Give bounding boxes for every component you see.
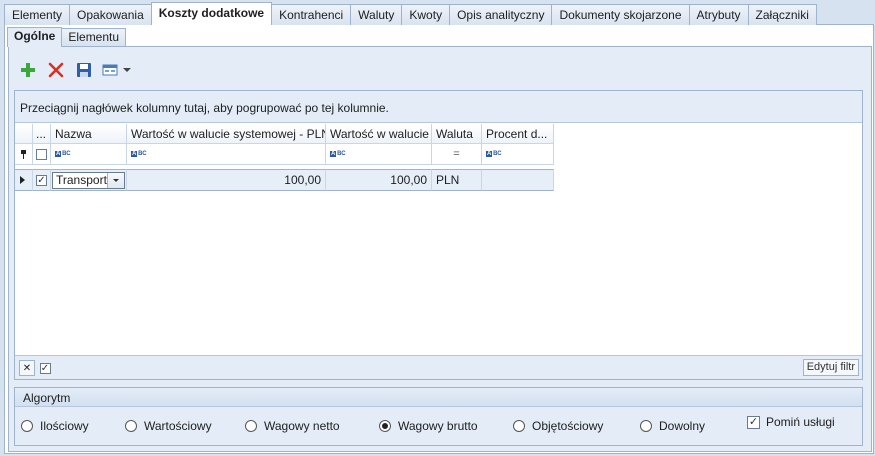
row-indicator xyxy=(15,169,33,191)
column-header-procent[interactable]: Procent d... xyxy=(482,124,554,144)
filter-nazwa[interactable]: A BC xyxy=(51,144,127,165)
document-tabs: Elementy Opakowania Koszty dodatkowe Kon… xyxy=(4,2,817,25)
radio-wartosciowy[interactable]: Wartościowy xyxy=(125,419,212,433)
close-icon: ✕ xyxy=(22,362,32,374)
clear-filter-button[interactable]: ✕ xyxy=(19,360,35,376)
toolbar xyxy=(18,59,131,81)
row-select-checkbox[interactable]: ✓ xyxy=(33,169,51,191)
tab-opakowania[interactable]: Opakowania xyxy=(69,4,152,25)
grid-header: ... Nazwa Wartość w walucie systemowej -… xyxy=(15,124,554,144)
text-filter-icon: A BC xyxy=(486,151,502,157)
nazwa-combobox[interactable]: Transport xyxy=(52,171,125,189)
radio-label: Ilościowy xyxy=(40,419,89,433)
delete-button[interactable] xyxy=(46,60,66,80)
radio-wagowy-brutto[interactable]: Wagowy brutto xyxy=(379,419,478,433)
tab-atrybuty[interactable]: Atrybuty xyxy=(688,4,749,25)
cell-procent[interactable] xyxy=(482,169,554,191)
export-icon xyxy=(102,64,118,76)
add-icon xyxy=(21,63,35,77)
radio-selected-icon xyxy=(379,420,391,432)
column-header-select[interactable]: ... xyxy=(33,124,51,144)
combobox-dropdown-button[interactable] xyxy=(106,172,124,188)
filter-row-icon xyxy=(15,144,33,165)
tab-kontrahenci[interactable]: Kontrahenci xyxy=(271,4,352,25)
radio-objetosciowy[interactable]: Objętościowy xyxy=(513,419,603,433)
filter-procent[interactable]: A BC xyxy=(482,144,554,165)
costs-grid: Przeciągnij nagłówek kolumny tutaj, aby … xyxy=(14,90,863,380)
column-header-waluta[interactable]: Waluta xyxy=(432,124,482,144)
tab-elementy[interactable]: Elementy xyxy=(4,4,71,25)
column-header-nazwa[interactable]: Nazwa xyxy=(51,124,127,144)
tab-elementu[interactable]: Elementu xyxy=(61,28,127,46)
cell-waluta[interactable]: PLN xyxy=(432,169,482,191)
radio-circle-icon xyxy=(21,420,33,432)
cell-wartosc-waluta[interactable]: 100,00 xyxy=(326,169,432,191)
filter-wartosc-waluta[interactable]: A BC xyxy=(326,144,432,165)
column-header-wartosc-pln[interactable]: Wartość w walucie systemowej - PLN xyxy=(127,124,326,144)
radio-circle-icon xyxy=(640,420,652,432)
nazwa-value: Transport xyxy=(56,173,107,187)
radio-circle-icon xyxy=(513,420,525,432)
radio-wagowy-netto[interactable]: Wagowy netto xyxy=(245,419,340,433)
radio-label: Wartościowy xyxy=(144,419,212,433)
text-filter-icon: A BC xyxy=(330,151,346,157)
table-row[interactable]: ✓ Transport 100,00 100,00 PLN xyxy=(15,169,554,191)
group-by-panel[interactable]: Przeciągnij nagłówek kolumny tutaj, aby … xyxy=(15,91,862,123)
checkmark-icon: ✓ xyxy=(39,362,51,374)
radio-circle-icon xyxy=(125,420,137,432)
chevron-down-icon xyxy=(112,178,119,182)
radio-label: Wagowy netto xyxy=(264,419,340,433)
chevron-down-icon xyxy=(123,68,131,72)
filter-waluta[interactable]: = xyxy=(432,144,482,165)
tab-dokumenty-skojarzone[interactable]: Dokumenty skojarzone xyxy=(551,4,690,25)
checkmark-icon: ✓ xyxy=(36,174,47,186)
tab-koszty-dodatkowe[interactable]: Koszty dodatkowe xyxy=(150,2,273,25)
filter-wartosc-pln[interactable]: A BC xyxy=(127,144,326,165)
add-button[interactable] xyxy=(18,60,38,80)
radio-ilosciowy[interactable]: Ilościowy xyxy=(21,419,89,433)
filter-enabled-checkbox[interactable]: ✓ xyxy=(37,360,53,376)
radio-dowolny[interactable]: Dowolny xyxy=(640,419,705,433)
radio-label: Wagowy brutto xyxy=(398,419,478,433)
algorithm-title: Algorytm xyxy=(15,388,862,407)
skip-services-checkbox[interactable]: ✓ Pomiń usługi xyxy=(747,415,835,429)
checkmark-icon: ✓ xyxy=(747,415,760,429)
cell-wartosc-pln[interactable]: 100,00 xyxy=(127,169,326,191)
radio-label: Dowolny xyxy=(659,419,706,433)
header-indicator xyxy=(15,124,33,144)
tab-kwoty[interactable]: Kwoty xyxy=(401,4,451,25)
edit-filter-button[interactable]: Edytuj filtr xyxy=(802,359,859,376)
checkbox-icon xyxy=(36,148,47,160)
tab-opis-analityczny[interactable]: Opis analityczny xyxy=(449,4,553,25)
save-icon xyxy=(77,63,91,77)
filter-footer: ✕ ✓ Edytuj filtr xyxy=(15,355,862,379)
current-row-icon xyxy=(20,176,25,184)
algorithm-group: Algorytm Ilościowy Wartościowy Wagowy ne… xyxy=(14,387,863,446)
save-button[interactable] xyxy=(74,60,94,80)
costs-subtabs: Ogólne Elementu xyxy=(7,27,127,47)
skip-services-label: Pomiń usługi xyxy=(766,415,835,429)
filter-row: A BC A BC A BC = A BC xyxy=(15,144,554,165)
tab-ogolne[interactable]: Ogólne xyxy=(7,27,63,47)
delete-icon xyxy=(48,62,64,78)
text-filter-icon: A BC xyxy=(55,151,71,157)
radio-circle-icon xyxy=(245,420,257,432)
text-filter-icon: A BC xyxy=(131,151,147,157)
export-dropdown[interactable] xyxy=(102,62,131,78)
equals-icon: = xyxy=(453,148,460,160)
column-header-wartosc-waluta[interactable]: Wartość w walucie xyxy=(326,124,432,144)
tab-waluty[interactable]: Waluty xyxy=(350,4,403,25)
tab-zalaczniki[interactable]: Załączniki xyxy=(747,4,817,25)
filter-select-checkbox[interactable] xyxy=(33,144,51,165)
pin-icon xyxy=(21,149,26,159)
radio-label: Objętościowy xyxy=(532,419,604,433)
cell-nazwa[interactable]: Transport xyxy=(51,169,127,191)
